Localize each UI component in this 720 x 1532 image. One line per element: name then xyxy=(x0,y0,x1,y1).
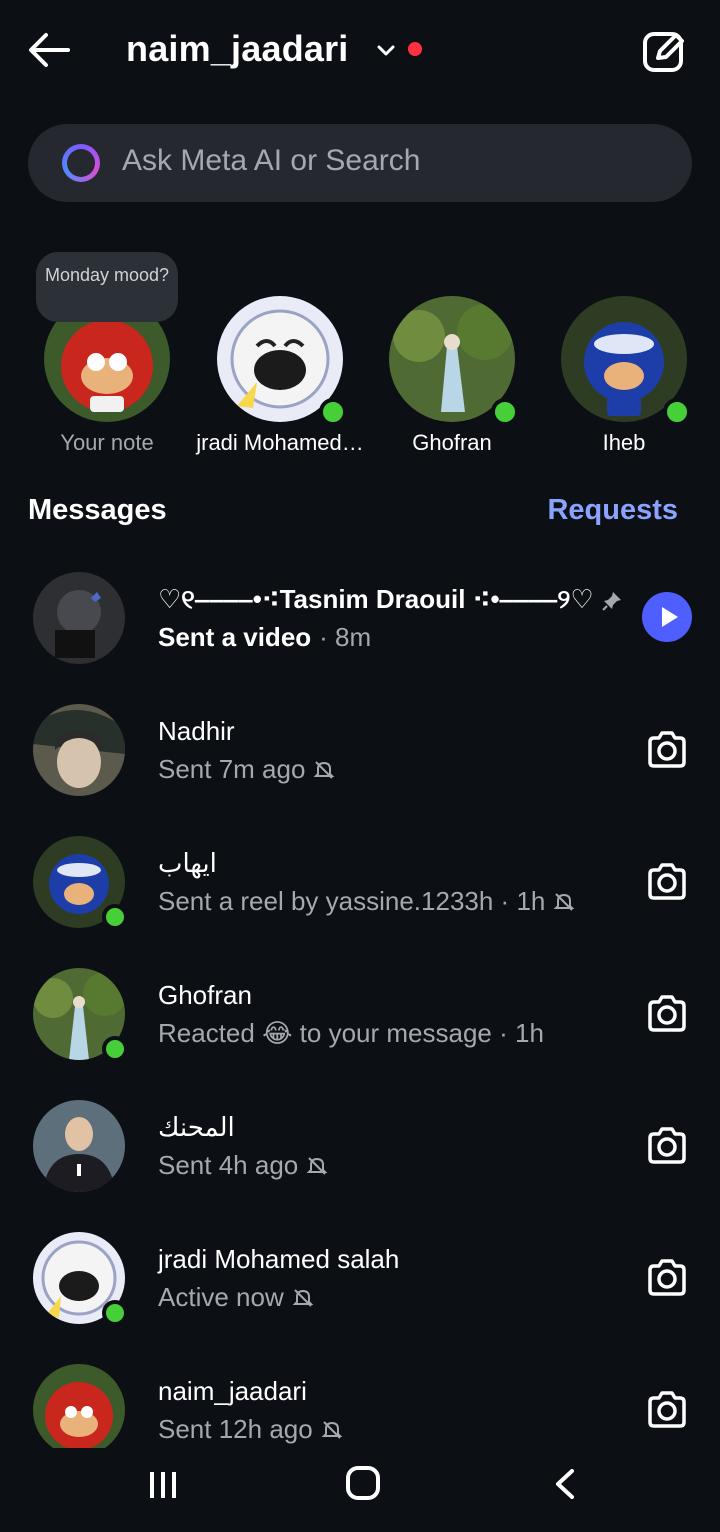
top-bar: naim_jaadari xyxy=(0,0,720,104)
muted-bell-icon xyxy=(292,1288,314,1307)
camera-icon[interactable] xyxy=(646,1258,688,1298)
note-label: Ghofran xyxy=(412,430,492,455)
thread-name: Ghofran xyxy=(158,980,252,1010)
messages-heading: Messages xyxy=(28,494,167,526)
thread-row[interactable]: ♡୧‒‒‒‒•⁖Tasnim Draouil ⁖•‒‒‒‒୨♡ Sent a v… xyxy=(0,572,720,704)
avatar xyxy=(33,1364,125,1448)
system-nav-bar xyxy=(0,1448,720,1532)
note-label: Your note xyxy=(60,430,154,455)
chevron-down-icon[interactable] xyxy=(374,38,398,62)
thread-name: ايهاب xyxy=(158,848,217,878)
note-jradi[interactable] xyxy=(217,296,347,426)
play-button[interactable] xyxy=(642,592,692,642)
recent-apps-icon[interactable] xyxy=(148,1470,178,1500)
camera-icon[interactable] xyxy=(646,1390,688,1430)
account-username[interactable]: naim_jaadari xyxy=(126,28,349,70)
muted-bell-icon xyxy=(314,760,335,779)
muted-bell-icon xyxy=(553,892,575,911)
pin-icon xyxy=(602,592,621,611)
thread-status: Sent a video · 8m xyxy=(158,622,372,652)
home-icon[interactable] xyxy=(346,1466,380,1500)
note-label: Iheb xyxy=(602,430,646,455)
search-input[interactable]: Ask Meta AI or Search xyxy=(122,144,420,178)
camera-icon[interactable] xyxy=(646,1126,688,1166)
thread-row[interactable]: المحنك Sent 4h ago xyxy=(0,1100,720,1232)
thread-status: Sent 7m ago xyxy=(158,754,335,785)
avatar xyxy=(33,704,125,796)
note-ghofran[interactable] xyxy=(389,296,519,426)
thread-name: Nadhir xyxy=(158,716,235,746)
back-arrow-icon[interactable] xyxy=(26,30,72,70)
online-indicator xyxy=(663,398,691,426)
note-iheb[interactable] xyxy=(561,296,691,426)
camera-icon[interactable] xyxy=(646,994,688,1034)
thread-row[interactable]: naim_jaadari Sent 12h ago xyxy=(0,1364,720,1448)
thread-name: ♡୧‒‒‒‒•⁖Tasnim Draouil ⁖•‒‒‒‒୨♡ xyxy=(158,584,623,616)
notes-row: Monday mood? Your note jradi Mohamed… Gh… xyxy=(0,240,720,470)
thread-status: Sent 12h ago xyxy=(158,1414,343,1445)
online-indicator xyxy=(102,1300,128,1326)
muted-bell-icon xyxy=(321,1420,343,1439)
requests-link[interactable]: Requests xyxy=(547,494,678,527)
thread-name: jradi Mohamed salah xyxy=(158,1244,400,1274)
camera-icon[interactable] xyxy=(646,862,688,902)
online-indicator xyxy=(319,398,347,426)
thread-name: المحنك xyxy=(158,1112,235,1142)
online-indicator xyxy=(491,398,519,426)
thread-name: naim_jaadari xyxy=(158,1376,307,1406)
avatar xyxy=(33,1100,125,1192)
thread-row[interactable]: ايهاب Sent a reel by yassine.1233h · 1h xyxy=(0,836,720,968)
nav-back-icon[interactable] xyxy=(552,1468,578,1500)
meta-ai-icon xyxy=(62,144,100,182)
online-indicator xyxy=(102,904,128,930)
thread-status: Sent 4h ago xyxy=(158,1150,328,1181)
thread-status: Active now xyxy=(158,1282,314,1313)
muted-bell-icon xyxy=(306,1156,328,1175)
avatar xyxy=(33,572,125,664)
dm-inbox-screen: naim_jaadari Ask Meta AI or Search Monda… xyxy=(0,0,720,1532)
thread-row[interactable]: jradi Mohamed salah Active now xyxy=(0,1232,720,1364)
compose-icon[interactable] xyxy=(640,28,688,74)
online-indicator xyxy=(102,1036,128,1062)
notification-dot xyxy=(408,42,422,56)
thread-status: Reacted 😂 to your message · 1h xyxy=(158,1018,544,1048)
thread-row[interactable]: Nadhir Sent 7m ago xyxy=(0,704,720,836)
thread-status: Sent a reel by yassine.1233h · 1h xyxy=(158,886,575,917)
thread-row[interactable]: Ghofran Reacted 😂 to your message · 1h xyxy=(0,968,720,1100)
note-label: jradi Mohamed… xyxy=(196,430,364,455)
camera-icon[interactable] xyxy=(646,730,688,770)
note-bubble[interactable]: Monday mood? xyxy=(36,252,178,322)
search-bar[interactable]: Ask Meta AI or Search xyxy=(28,124,692,202)
